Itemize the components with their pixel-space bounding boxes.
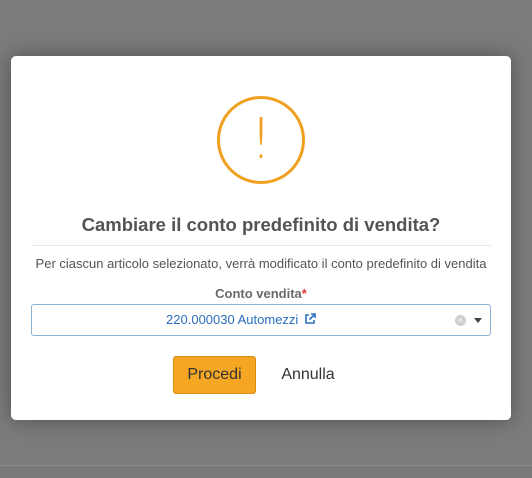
account-select[interactable]: 220.000030 Automezzi × bbox=[31, 304, 491, 336]
warning-glyph: ! bbox=[249, 107, 273, 172]
select-value[interactable]: 220.000030 Automezzi bbox=[32, 305, 450, 335]
cancel-button[interactable]: Annulla bbox=[273, 356, 343, 394]
proceed-button[interactable]: Procedi bbox=[173, 356, 256, 394]
caret-down-icon[interactable] bbox=[474, 318, 482, 323]
clear-icon[interactable]: × bbox=[455, 315, 466, 326]
dialog-description: Per ciascun articolo selezionato, verrà … bbox=[35, 256, 487, 271]
dialog-title: Cambiare il conto predefinito di vendita… bbox=[81, 214, 441, 235]
field-label-text: Conto vendita bbox=[215, 286, 302, 301]
title-divider bbox=[31, 245, 491, 246]
background-page-strip bbox=[0, 465, 532, 478]
confirmation-dialog: ! Cambiare il conto predefinito di vendi… bbox=[11, 56, 511, 420]
selected-account: 220.000030 Automezzi bbox=[166, 312, 299, 327]
field-label: Conto vendita* bbox=[11, 286, 511, 301]
required-mark: * bbox=[301, 286, 307, 301]
external-link-icon[interactable] bbox=[304, 306, 316, 336]
warning-icon: ! bbox=[217, 96, 305, 184]
